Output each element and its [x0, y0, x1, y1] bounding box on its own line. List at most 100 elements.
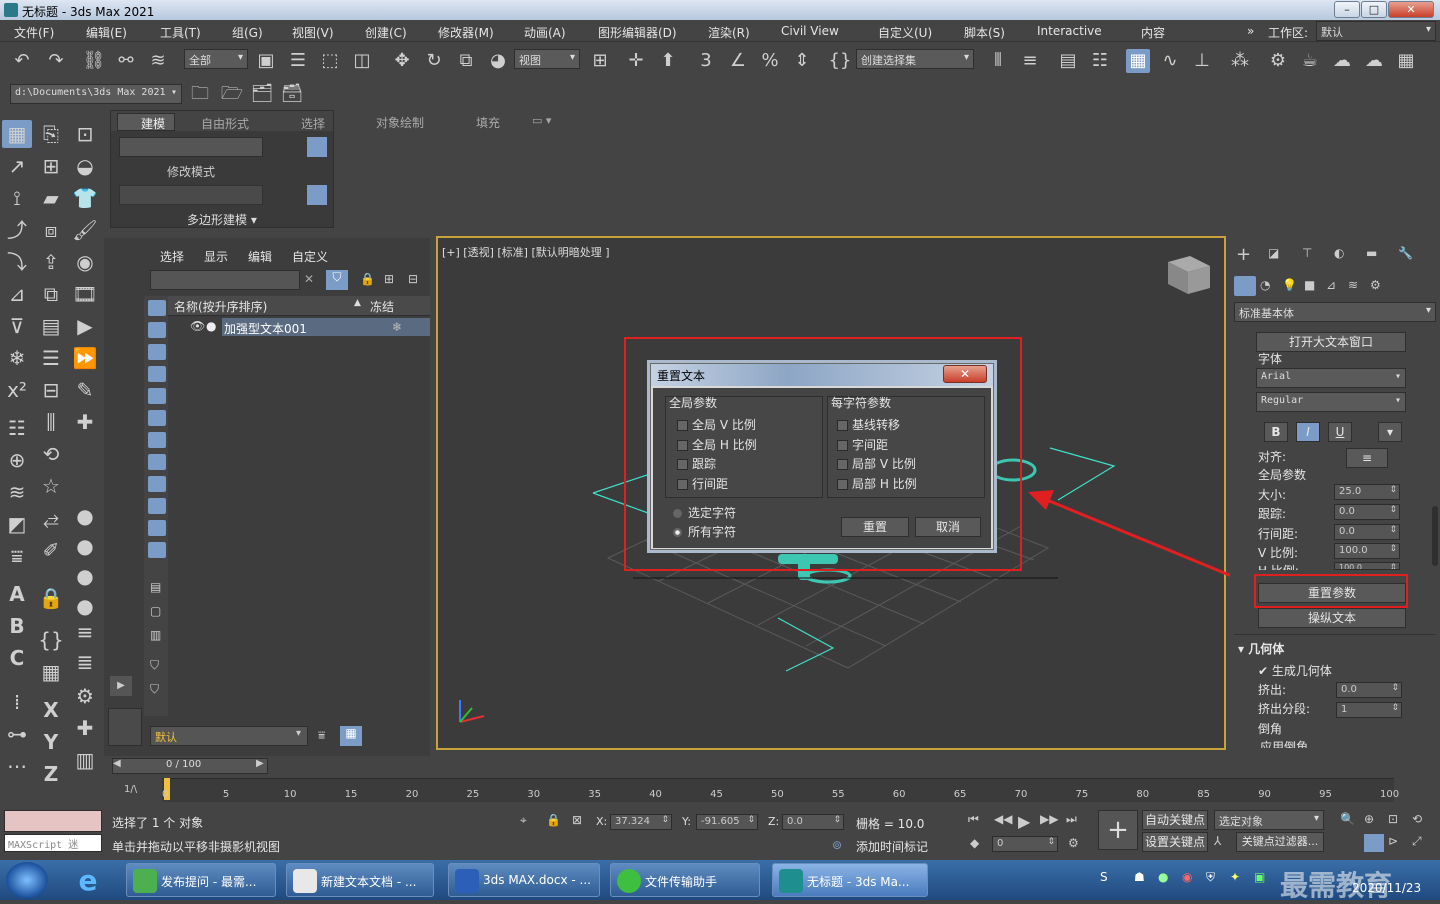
create-tab-icon[interactable]: +	[1236, 244, 1251, 265]
lights-category-icon[interactable]: 💡	[1282, 278, 1297, 292]
menu-view[interactable]: 视图(V)	[292, 24, 334, 41]
taskbar-item-4[interactable]: 文件传输助手	[610, 863, 760, 897]
more-style-dropdown[interactable]: ▾	[1378, 422, 1402, 442]
utilities-tab-icon[interactable]: 🔧	[1398, 246, 1413, 260]
sphere-tool-icon[interactable]: ◉	[70, 248, 100, 276]
menu-group[interactable]: 组(G)	[232, 24, 263, 41]
menu-rendering[interactable]: 渲染(R)	[708, 24, 750, 41]
named-selection-dropdown[interactable]: 创建选择集	[856, 49, 974, 69]
menu-tools[interactable]: 工具(T)	[160, 24, 201, 41]
move-icon[interactable]: ✥	[390, 49, 414, 73]
key-selection-dropdown[interactable]: 选定对象	[1214, 810, 1324, 830]
lock-small-icon[interactable]: 🔒	[360, 272, 375, 286]
spinner-snap-icon[interactable]: ⇕	[790, 49, 814, 73]
layer-tool-icon[interactable]: ▤	[36, 312, 66, 340]
circle-white-icon[interactable]: ●	[70, 562, 100, 590]
set-key-mode-button[interactable]: 设置关键点	[1142, 832, 1208, 852]
ref-coord-dropdown[interactable]: 视图	[514, 49, 580, 69]
page-filter-icon[interactable]: ▢	[150, 604, 161, 618]
text-c-icon[interactable]: C	[2, 644, 32, 672]
schematic-view-icon[interactable]: ⊥	[1190, 49, 1214, 73]
display-tab-icon[interactable]: ▬	[1366, 246, 1377, 260]
film-tool-icon[interactable]: 🎞	[70, 280, 100, 308]
rect-selection-icon[interactable]: ⬚	[318, 49, 342, 73]
selection-lock-icon[interactable]: 🔒	[546, 813, 561, 827]
network-icon[interactable]: ☗	[1134, 870, 1145, 884]
text-a-icon[interactable]: A	[2, 580, 32, 608]
add-time-tag[interactable]: 添加时间标记	[856, 838, 928, 855]
shapes-category-icon[interactable]: ◔	[1260, 278, 1270, 292]
shape-tool-icon[interactable]: ◒	[70, 152, 100, 180]
warp-filter-icon[interactable]	[148, 410, 166, 426]
geometry-category-icon[interactable]	[1234, 276, 1256, 296]
light-filter-icon[interactable]	[148, 344, 166, 360]
underline-button[interactable]: U	[1328, 422, 1352, 442]
helpers-category-icon[interactable]: ⊿	[1326, 278, 1336, 292]
taskbar-item-3[interactable]: 3ds MAX.docx - ...	[448, 863, 600, 897]
next-frame-icon[interactable]: ▶▶	[1040, 812, 1058, 826]
minimize-button[interactable]: –	[1334, 1, 1360, 18]
menu-content[interactable]: 内容	[1141, 24, 1165, 41]
checklist-tool-icon[interactable]: ☷	[2, 414, 32, 442]
gear-stack-icon[interactable]: ⚙	[70, 682, 100, 710]
checkbox-global-h[interactable]: 全局 H 比例	[677, 436, 757, 453]
hierarchy-tool-icon[interactable]: ⊡	[70, 120, 100, 148]
calendar-icon[interactable]: ▦	[36, 658, 66, 686]
extrude-spinner[interactable]: 0.0	[1336, 682, 1402, 698]
prev-frame-icon[interactable]: ◀◀	[994, 812, 1012, 826]
angle-snap-icon[interactable]: ∠	[726, 49, 750, 73]
geometry-rollout-title[interactable]: ▾ 几何体	[1238, 640, 1284, 657]
group-filter-icon[interactable]	[148, 432, 166, 448]
time-slider-next-icon[interactable]: ▶	[256, 758, 264, 769]
scene-menu-select[interactable]: 选择	[160, 248, 184, 265]
circle-light-icon[interactable]: ●	[70, 532, 100, 560]
stack-layers-icon[interactable]: ⩸	[2, 542, 32, 570]
plus-tool-icon[interactable]: ✚	[70, 408, 100, 436]
clone-tool-icon[interactable]: ⧉	[36, 280, 66, 308]
menu-create[interactable]: 创建(C)	[365, 24, 407, 41]
menu-graph-editors[interactable]: 图形编辑器(D)	[598, 24, 677, 41]
redo-icon[interactable]: ↷	[44, 49, 68, 73]
poly-modeling-label[interactable]: 多边形建模 ▾	[187, 211, 257, 228]
column-name[interactable]: 名称(按升序排序)	[174, 298, 267, 315]
track-bar-icon[interactable]: 1/\	[124, 784, 137, 795]
clear-search-icon[interactable]: ✕	[304, 272, 314, 286]
workspace-dropdown[interactable]: 默认	[1316, 21, 1436, 41]
key-filters-button[interactable]: 关键点过滤器...	[1236, 832, 1324, 852]
ribbon-tab-modeling[interactable]: 建模	[141, 115, 165, 132]
checkbox-baseline[interactable]: 基线转移	[837, 416, 900, 433]
geometry-filter-icon[interactable]	[148, 300, 166, 316]
weibo-icon[interactable]: ◉	[1182, 870, 1192, 884]
menu-scripting[interactable]: 脚本(S)	[964, 24, 1005, 41]
brush-tool-icon[interactable]: 🖌	[70, 216, 100, 244]
scene-search-input[interactable]	[150, 270, 300, 290]
play-icon[interactable]: ▶	[1018, 812, 1030, 831]
zoom-icon[interactable]: 🔍	[1340, 812, 1355, 826]
cameras-category-icon[interactable]: ■	[1304, 278, 1315, 292]
link-tool-icon[interactable]: ⎘	[36, 120, 66, 148]
circle-gray-icon[interactable]: ●	[70, 592, 100, 620]
shirt-tool-icon[interactable]: 👕	[70, 184, 100, 212]
tray-icon-2[interactable]: ✦	[1230, 870, 1240, 884]
tray-icon-1[interactable]: S	[1100, 870, 1108, 884]
goto-end-icon[interactable]: ⏭	[1066, 812, 1077, 827]
orbit-icon[interactable]: ⟲	[1412, 812, 1422, 826]
layer-stack-icon[interactable]: ⩸	[318, 728, 325, 743]
note-filter-icon[interactable]: ▥	[150, 628, 161, 642]
helper-filter-icon[interactable]	[148, 388, 166, 404]
project-path-dropdown[interactable]: d:\Documents\3ds Max 2021	[10, 84, 182, 104]
menu-animation[interactable]: 动画(A)	[524, 24, 566, 41]
reset-button[interactable]: 重置	[841, 517, 909, 537]
leading-spinner[interactable]: 0.0	[1334, 524, 1400, 540]
checkbox-leading[interactable]: 行间距	[677, 475, 728, 492]
key-mode-icon[interactable]: ◆	[970, 836, 979, 850]
column-icon[interactable]: ▥	[70, 746, 100, 774]
layer-dropdown[interactable]: 默认	[150, 726, 308, 746]
radio-selected-chars[interactable]: 选定字符	[673, 504, 736, 521]
element-tool-icon[interactable]: ⊽	[2, 312, 32, 340]
xref-filter-icon[interactable]	[148, 454, 166, 470]
time-slider-prev-icon[interactable]: ◀	[113, 758, 121, 769]
menu-civil-view[interactable]: Civil View	[781, 24, 839, 38]
scene-explorer-icon[interactable]: ▤	[1056, 49, 1080, 73]
absolute-mode-icon[interactable]: ⊠	[572, 813, 582, 827]
